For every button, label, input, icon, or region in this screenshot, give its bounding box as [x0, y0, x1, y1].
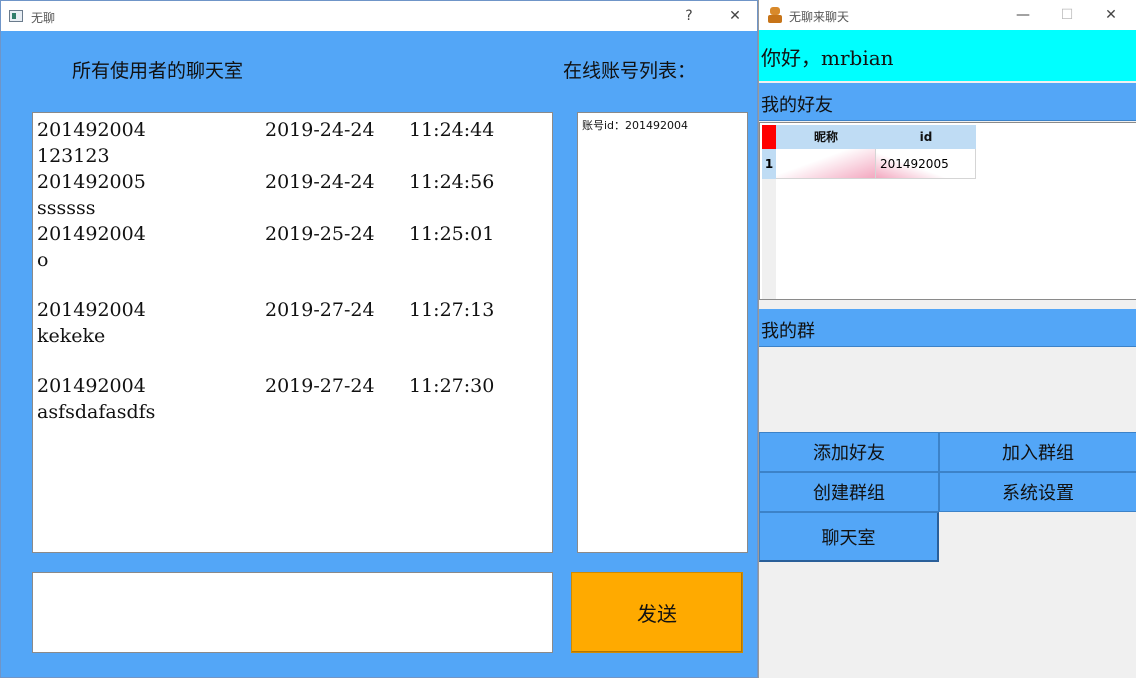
message-user: 201492004: [37, 119, 146, 141]
table-corner[interactable]: [762, 125, 776, 149]
chatroom-button[interactable]: 聊天室: [759, 512, 939, 562]
message-date: 2019-24-24: [265, 171, 375, 193]
message-user: 201492004: [37, 299, 146, 321]
table-cell-id[interactable]: 201492005: [876, 149, 976, 179]
message-time: 11:27:13: [409, 299, 495, 321]
create-group-button[interactable]: 创建群组: [759, 472, 939, 512]
join-group-button[interactable]: 加入群组: [939, 432, 1136, 472]
help-button[interactable]: ?: [669, 1, 709, 31]
message-date: 2019-25-24: [265, 223, 375, 245]
chatroom-window: 无聊 ? ✕ 所有使用者的聊天室 在线账号列表： 201492004 2019-2…: [0, 0, 758, 678]
greeting-banner: 你好，mrbian: [759, 30, 1136, 81]
message-time: 11:24:44: [409, 119, 495, 141]
app-robot-icon: [767, 7, 783, 23]
message-time: 11:25:01: [409, 223, 495, 245]
add-friend-button[interactable]: 添加好友: [759, 432, 939, 472]
message-text: 123123: [37, 145, 110, 167]
online-account-item[interactable]: 账号id：201492004: [582, 117, 747, 133]
groups-section-header: 我的群: [759, 309, 1136, 347]
message-header: 201492004 2019-27-24 11:27:30: [37, 373, 552, 399]
message-user: 201492004: [37, 375, 146, 397]
message-time: 11:27:30: [409, 375, 495, 397]
chatroom-heading: 所有使用者的聊天室: [72, 60, 244, 82]
close-icon[interactable]: ✕: [1091, 0, 1131, 30]
message-header: 201492004 2019-25-24 11:25:01: [37, 221, 552, 247]
message-list: 201492004 2019-24-24 11:24:44 123123 2014920…: [37, 117, 552, 449]
chat-message: 201492004 2019-25-24 11:25:01 o: [37, 221, 552, 297]
message-header: 201492005 2019-24-24 11:24:56: [37, 169, 552, 195]
message-time: 11:24:56: [409, 171, 495, 193]
online-list-heading: 在线账号列表：: [563, 60, 697, 82]
window-title: 无聊: [31, 11, 56, 25]
maximize-icon: ☐: [1060, 7, 1074, 23]
friends-section-header: 我的好友: [759, 83, 1136, 121]
row-header-gutter: [762, 179, 776, 299]
table-cell-nickname[interactable]: [776, 149, 876, 179]
message-text: kekeke: [37, 325, 106, 347]
message-user: 201492004: [37, 223, 146, 245]
online-accounts-list[interactable]: 账号id：201492004: [577, 112, 748, 553]
window-title: 无聊来聊天: [789, 10, 850, 24]
chat-message: 201492004 2019-27-24 11:27:13 kekeke: [37, 297, 552, 373]
message-date: 2019-24-24: [265, 119, 375, 141]
message-date: 2019-27-24: [265, 375, 375, 397]
message-header: 201492004 2019-27-24 11:27:13: [37, 297, 552, 323]
groups-list[interactable]: [759, 348, 1136, 432]
row-header[interactable]: 1: [762, 149, 776, 179]
message-input[interactable]: [32, 572, 553, 653]
chat-message: 201492004 2019-27-24 11:27:30 asfsdafasdfs: [37, 373, 552, 449]
message-text: ssssss: [37, 197, 96, 219]
friends-table[interactable]: 昵称 id 1 201492005: [759, 122, 1136, 300]
client-titlebar: 无聊来聊天 — ☐ ✕: [759, 0, 1136, 30]
column-header-nickname[interactable]: 昵称: [776, 125, 876, 149]
minimize-icon[interactable]: —: [1003, 0, 1043, 30]
close-icon[interactable]: ✕: [715, 1, 755, 31]
main-client-window: 无聊来聊天 — ☐ ✕ 你好，mrbian 我的好友 昵称 id 1 20149…: [758, 0, 1136, 678]
settings-button[interactable]: 系统设置: [939, 472, 1136, 512]
message-user: 201492005: [37, 171, 146, 193]
send-button[interactable]: 发送: [571, 572, 743, 653]
message-text: o: [37, 249, 49, 271]
chatroom-titlebar: 无聊 ? ✕: [1, 1, 757, 31]
message-text: asfsdafasdfs: [37, 401, 156, 423]
chat-log[interactable]: 201492004 2019-24-24 11:24:44 123123 2014920…: [32, 112, 553, 553]
chat-message: 201492004 2019-24-24 11:24:44 123123: [37, 117, 552, 169]
column-header-id[interactable]: id: [876, 125, 976, 149]
chat-message: 201492005 2019-24-24 11:24:56 ssssss: [37, 169, 552, 221]
window-app-icon: [9, 10, 23, 22]
message-date: 2019-27-24: [265, 299, 375, 321]
message-header: 201492004 2019-24-24 11:24:44: [37, 117, 552, 143]
